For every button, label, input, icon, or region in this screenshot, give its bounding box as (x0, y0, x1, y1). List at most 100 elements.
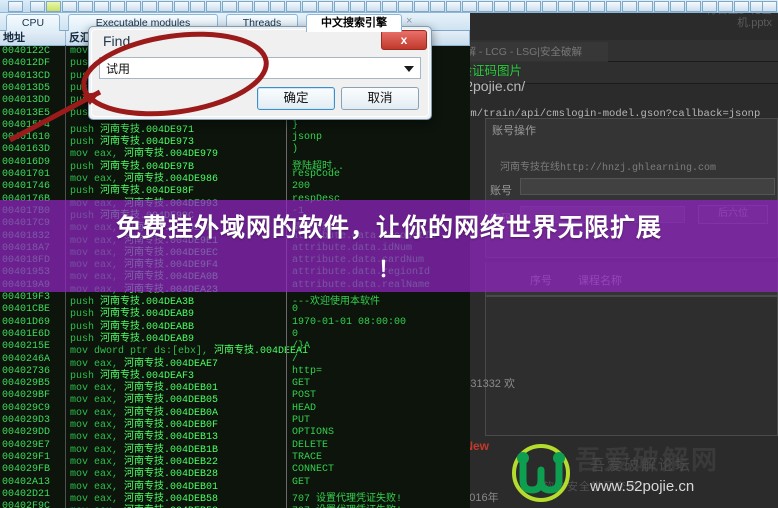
row-string-text: /}A (292, 341, 311, 353)
disassembly-row[interactable]: 00401D69 push 河南专技.004DEABB 1970-01-01 08:… (0, 315, 470, 333)
toolbar-button-37[interactable] (606, 1, 621, 12)
toolbar-button-40[interactable] (654, 1, 669, 12)
chevron-down-icon[interactable] (404, 66, 414, 72)
disassembly-row[interactable]: 00402736 push 河南专技.004DEAF3 http= (0, 364, 470, 382)
ok-button[interactable]: 确定 (257, 87, 335, 110)
disassembly-row[interactable]: 004029DD mov eax, 河南专技.004DEB13 OPTIONS (0, 426, 470, 443)
cancel-button[interactable]: 取消 (341, 87, 419, 110)
disassembly-row[interactable]: 004019F3 push 河南专技.004DEA3B ---欢迎使用本软件 (0, 291, 470, 308)
toolbar-button-18[interactable] (302, 1, 317, 12)
column-divider (65, 94, 66, 108)
disassembly-row[interactable]: 00402F9C mov eax, 河南专技.004DEB58 707 设置代理凭证… (0, 500, 470, 508)
disassembly-row[interactable]: 00402D21 mov eax, 河南专技.004DEB58 707 设置代理凭证… (0, 487, 470, 505)
disassembly-row[interactable]: 0040163D mov eax, 河南专技.004DE979) (0, 143, 470, 160)
toolbar-button-44[interactable] (718, 1, 733, 12)
debugger-tab-0[interactable]: CPU (6, 14, 60, 31)
disassembly-row[interactable]: 004015F4 push 河南专技.004DE971} (0, 118, 470, 136)
toolbar-button-25[interactable] (414, 1, 429, 12)
disassembly-row[interactable]: 004029F1 mov eax, 河南专技.004DEB22 TRACE (0, 450, 470, 468)
account-input[interactable] (520, 178, 775, 195)
toolbar-button-34[interactable] (558, 1, 573, 12)
toolbar-button-11[interactable] (190, 1, 205, 12)
comment-divider (286, 143, 287, 157)
toolbar-button-17[interactable] (286, 1, 301, 12)
toolbar-button-45[interactable] (734, 1, 749, 12)
column-divider (65, 463, 66, 477)
disassembly-row[interactable]: 004029D3 mov eax, 河南专技.004DEB0F PUT (0, 414, 470, 431)
toolbar-button-3[interactable] (62, 1, 77, 12)
toolbar-button-21[interactable] (350, 1, 365, 12)
toolbar-button-6[interactable] (110, 1, 125, 12)
disassembly-row[interactable]: 004029E7 mov eax, 河南专技.004DEB1B DELETE (0, 438, 470, 456)
toolbar-button-14[interactable] (238, 1, 253, 12)
disassembly-row[interactable]: 0040246A mov eax, 河南专技.004DEAE7/ (0, 352, 470, 370)
column-divider (65, 180, 66, 194)
row-string-text: } (292, 119, 299, 131)
toolbar-button-27[interactable] (446, 1, 461, 12)
toolbar-button-0[interactable] (8, 1, 23, 12)
column-divider (65, 106, 66, 120)
row-string-text: 0 (292, 328, 299, 340)
row-address: 004012DF (2, 58, 51, 70)
row-address: 004029C9 (2, 402, 51, 414)
toolbar-button-47[interactable] (762, 1, 777, 12)
toolbar-button-43[interactable] (702, 1, 717, 12)
toolbar-button-35[interactable] (574, 1, 589, 12)
toolbar-button-29[interactable] (478, 1, 493, 12)
row-address: 00401746 (2, 181, 51, 193)
toolbar-button-2[interactable] (46, 1, 61, 12)
close-icon[interactable]: x (381, 30, 427, 50)
disassembly-row[interactable]: 00401E6D push 河南专技.004DEAB9 0 (0, 327, 470, 345)
disassembly-row[interactable]: 00402A13 mov eax, 河南专技.004DEB01 GET (0, 475, 470, 493)
comment-divider (286, 155, 287, 169)
toolbar-button-26[interactable] (430, 1, 445, 12)
toolbar-button-10[interactable] (174, 1, 189, 12)
disassembly-row[interactable]: 00401746 push 河南专技.004DE98F 200 (0, 180, 470, 197)
toolbar-button-36[interactable] (590, 1, 605, 12)
row-string-text: HEAD (292, 402, 317, 414)
row-address: 00401CBE (2, 304, 51, 316)
debugger-tab-3[interactable]: 中文搜索引擎 (306, 14, 402, 32)
toolbar-button-39[interactable] (638, 1, 653, 12)
toolbar-button-31[interactable] (510, 1, 525, 12)
toolbar-button-23[interactable] (382, 1, 397, 12)
disassembly-row[interactable]: 004029BF mov eax, 河南专技.004DEB05 POST (0, 389, 470, 406)
toolbar-button-12[interactable] (206, 1, 221, 12)
toolbar-button-9[interactable] (158, 1, 173, 12)
toolbar-button-8[interactable] (142, 1, 157, 12)
column-divider (65, 414, 66, 427)
row-address: 00401610 (2, 132, 51, 144)
toolbar-button-32[interactable] (526, 1, 541, 12)
toolbar-button-16[interactable] (270, 1, 285, 12)
debugger-toolbar[interactable] (0, 0, 778, 13)
disassembly-row[interactable]: 0040215E mov dword ptr ds:[ebx], 河南专技.004… (0, 340, 470, 357)
toolbar-button-1[interactable] (30, 1, 45, 12)
toolbar-button-38[interactable] (622, 1, 637, 12)
toolbar-button-22[interactable] (366, 1, 381, 12)
toolbar-button-42[interactable] (686, 1, 701, 12)
toolbar-button-28[interactable] (462, 1, 477, 12)
disassembly-row[interactable]: 004029B5 mov eax, 河南专技.004DEB01 GET (0, 377, 470, 394)
toolbar-button-4[interactable] (78, 1, 93, 12)
toolbar-button-24[interactable] (398, 1, 413, 12)
toolbar-button-15[interactable] (254, 1, 269, 12)
toolbar-button-13[interactable] (222, 1, 237, 12)
toolbar-button-33[interactable] (542, 1, 557, 12)
disassembly-row[interactable]: 00401701 mov eax, 河南专技.004DE986 respCode (0, 168, 470, 185)
disassembly-row[interactable]: 004029FB mov eax, 河南专技.004DEB28 CONNECT (0, 463, 470, 480)
column-header-0[interactable]: 地址 (0, 31, 66, 46)
toolbar-button-5[interactable] (94, 1, 109, 12)
search-input-value[interactable]: 试用 (106, 60, 130, 77)
row-string-text: 200 (292, 181, 311, 193)
toolbar-button-19[interactable] (318, 1, 333, 12)
toolbar-button-41[interactable] (670, 1, 685, 12)
disassembly-row[interactable]: 004016D9 push 河南专技.004DE97B 登陆超时.. (0, 155, 470, 173)
toolbar-button-7[interactable] (126, 1, 141, 12)
row-address: 004029BF (2, 390, 51, 402)
search-combobox[interactable]: 试用 (99, 57, 421, 79)
toolbar-button-20[interactable] (334, 1, 349, 12)
disassembly-row[interactable]: 004029C9 mov eax, 河南专技.004DEB0A HEAD (0, 401, 470, 419)
toolbar-button-30[interactable] (494, 1, 509, 12)
disassembly-row[interactable]: 00401610 push 河南专技.004DE973 jsonp (0, 131, 470, 148)
disassembly-row[interactable]: 00401CBE push 河南专技.004DEAB9 0 (0, 303, 470, 320)
